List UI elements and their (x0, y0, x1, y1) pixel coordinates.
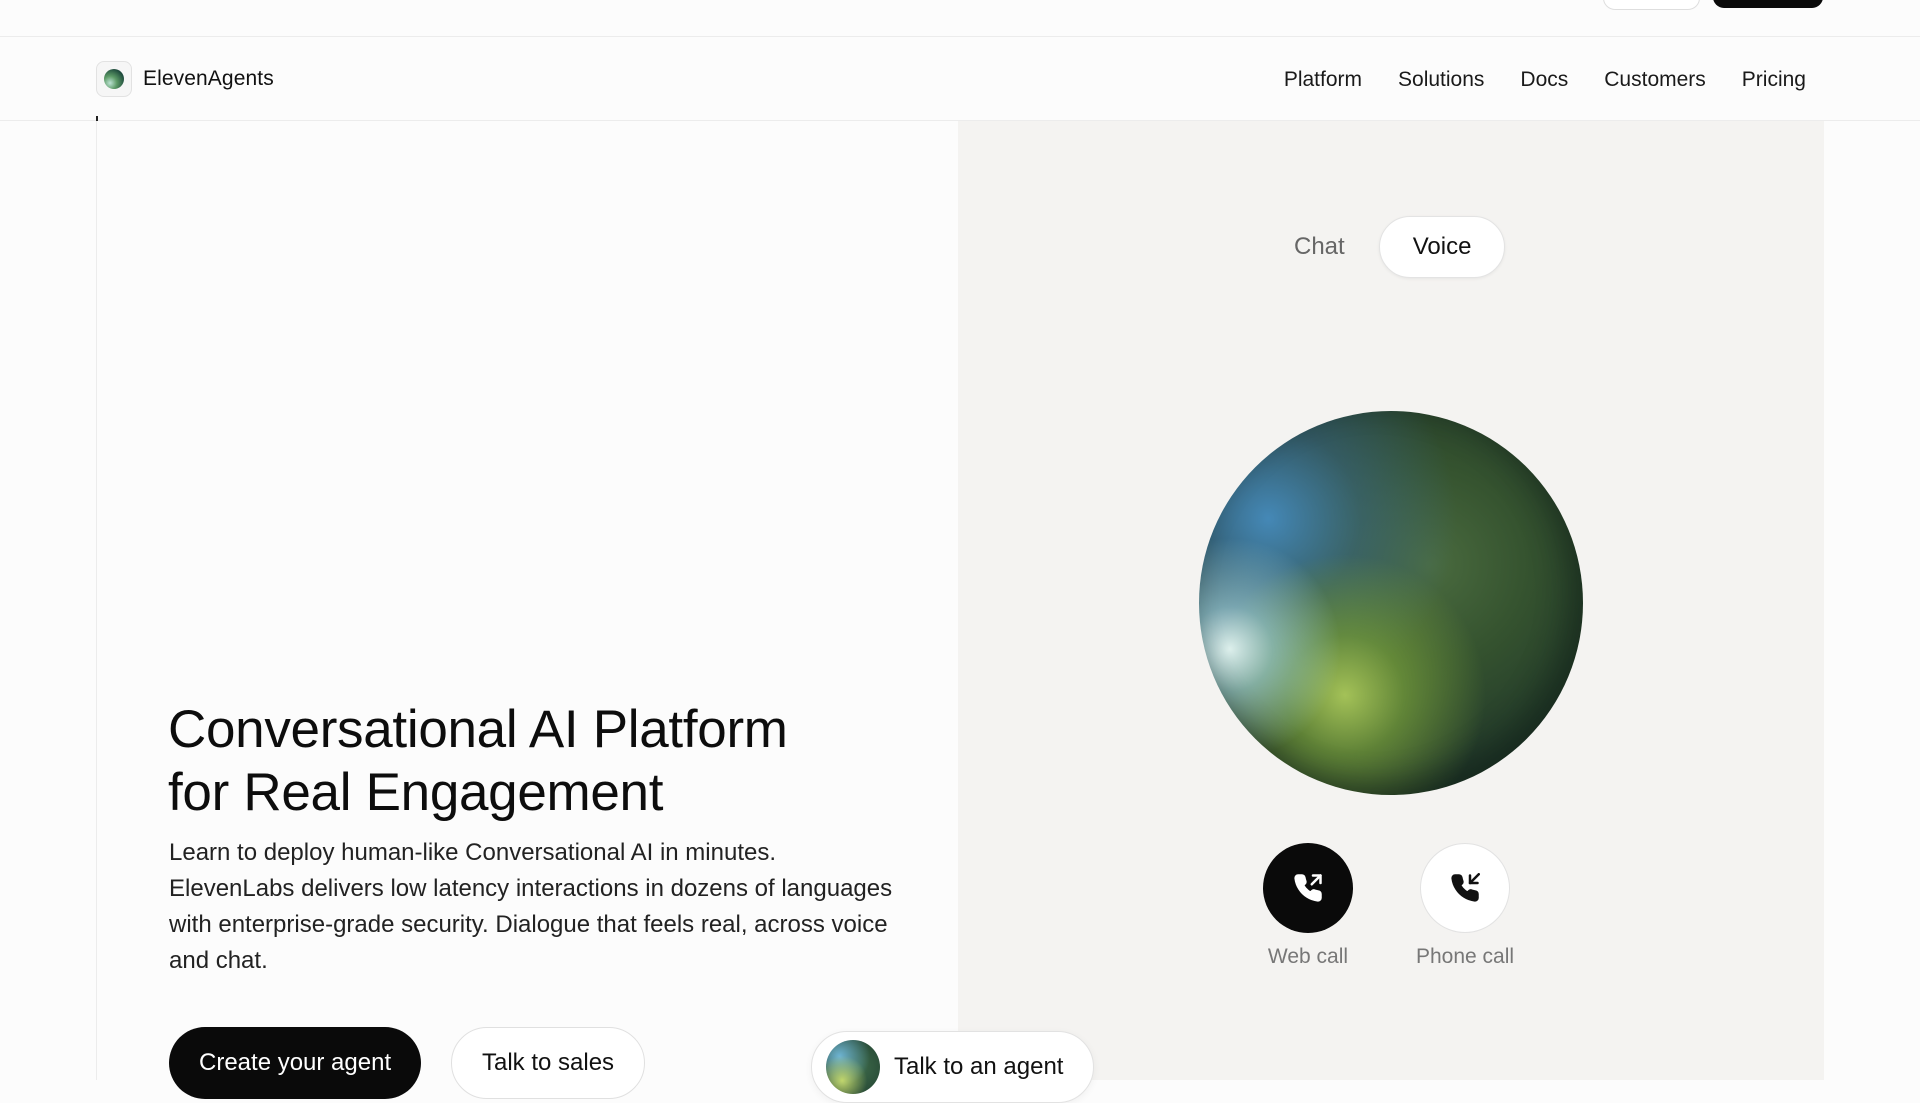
brand-logo-icon (96, 61, 132, 97)
hero-title: Conversational AI Platform for Real Enga… (168, 698, 928, 824)
web-call-group: Web call (1263, 843, 1353, 969)
web-call-button[interactable] (1263, 843, 1353, 933)
nav-links: Platform Solutions Docs Customers Pricin… (1284, 38, 1806, 121)
talk-to-agent-widget[interactable]: Talk to an agent (811, 1031, 1095, 1103)
phone-incoming-icon (1451, 873, 1481, 902)
guide-tick (96, 116, 98, 121)
web-call-label: Web call (1267, 945, 1349, 968)
top-solid-button[interactable] (1713, 0, 1823, 8)
phone-call-button[interactable] (1420, 843, 1511, 933)
nav-link-platform[interactable]: Platform (1284, 68, 1362, 92)
tab-voice[interactable]: Voice (1378, 216, 1506, 278)
nav-link-pricing[interactable]: Pricing (1742, 68, 1806, 92)
hero-description: Learn to deploy human-like Conversationa… (169, 839, 893, 974)
phone-outgoing-icon (1294, 874, 1322, 902)
agent-orb-icon (826, 1040, 880, 1094)
tab-chat[interactable]: Chat (1272, 216, 1367, 278)
top-outline-button[interactable] (1603, 0, 1700, 10)
top-strip (0, 0, 1920, 37)
phone-call-label: Phone call (1416, 945, 1515, 968)
talk-to-sales-button[interactable]: Talk to sales (451, 1027, 646, 1099)
phone-call-group: Phone call (1416, 843, 1514, 969)
navbar: ElevenAgents Platform Solutions Docs Cus… (0, 38, 1920, 121)
talk-to-agent-label: Talk to an agent (894, 1053, 1064, 1080)
hero-title-line1: Conversational AI Platform (168, 700, 788, 759)
create-agent-button[interactable]: Create your agent (169, 1027, 422, 1099)
nav-link-solutions[interactable]: Solutions (1398, 68, 1484, 92)
left-guide-line (96, 121, 97, 1080)
nav-link-customers[interactable]: Customers (1604, 68, 1706, 92)
brand[interactable]: ElevenAgents (96, 61, 274, 97)
mode-toggle: Chat Voice (1272, 216, 1506, 278)
nav-link-docs[interactable]: Docs (1520, 68, 1568, 92)
voice-orb[interactable] (1199, 411, 1583, 795)
brand-name: ElevenAgents (143, 67, 274, 90)
hero-title-line2: for Real Engagement (168, 763, 664, 822)
